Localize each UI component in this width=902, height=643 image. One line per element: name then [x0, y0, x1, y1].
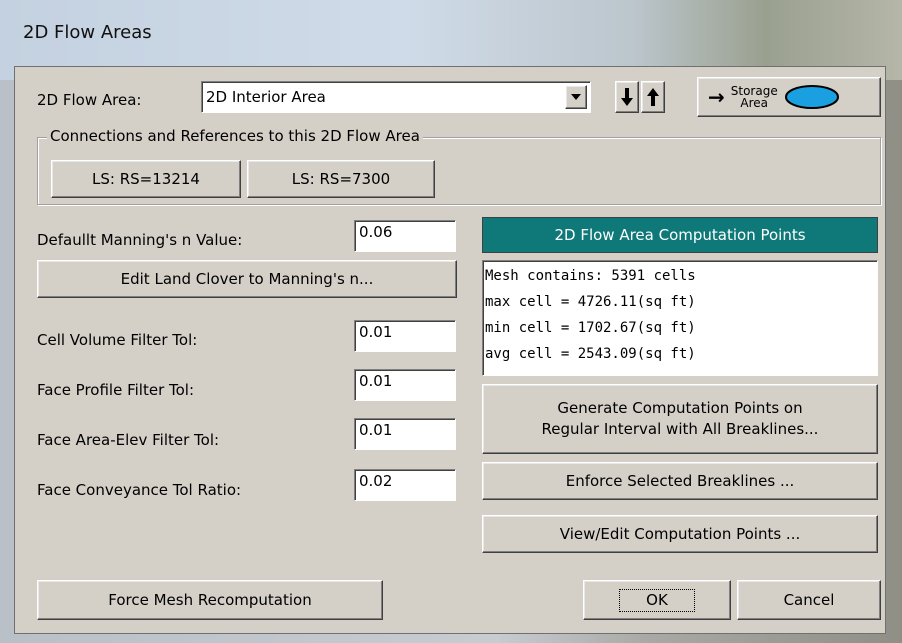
connection-button-1[interactable]: LS: RS=13214 — [51, 160, 241, 198]
force-mesh-button[interactable]: Force Mesh Recomputation — [37, 580, 383, 620]
mesh-info-line: Mesh contains: 5391 cells — [485, 268, 696, 284]
mannings-input[interactable]: 0.06 — [354, 220, 456, 252]
face-conveyance-tol-label: Face Conveyance Tol Ratio: — [37, 481, 242, 499]
mesh-info-line: min cell = 1702.67(sq ft) — [485, 320, 696, 336]
window-title: 2D Flow Areas — [23, 22, 152, 43]
dialog-panel: 2D Flow Area: 2D Interior Area → Storage… — [14, 66, 886, 634]
area-label: Area — [740, 96, 769, 110]
cell-volume-tol-label: Cell Volume Filter Tol: — [37, 331, 198, 349]
arrow-down-icon — [621, 88, 633, 106]
generate-points-button[interactable]: Generate Computation Points on Regular I… — [482, 384, 878, 454]
enforce-breaklines-button[interactable]: Enforce Selected Breaklines ... — [482, 462, 878, 500]
storage-area-icon — [784, 85, 839, 109]
connections-group-title: Connections and References to this 2D Fl… — [47, 127, 423, 145]
mannings-label: Defaullt Manning's n Value: — [37, 231, 243, 249]
generate-points-line2: Regular Interval with All Breaklines... — [541, 420, 819, 438]
flow-area-selected: 2D Interior Area — [206, 88, 326, 106]
flow-area-select[interactable]: 2D Interior Area — [201, 81, 591, 113]
generate-points-line1: Generate Computation Points on — [557, 399, 803, 417]
computation-points-header: 2D Flow Area Computation Points — [482, 217, 878, 253]
storage-area-button[interactable]: → Storage Area — [697, 77, 881, 117]
ok-button[interactable]: OK — [583, 580, 731, 620]
move-up-button[interactable] — [641, 81, 665, 113]
arrow-up-icon — [647, 88, 659, 106]
face-conveyance-tol-input[interactable]: 0.02 — [354, 469, 456, 501]
cell-volume-tol-input[interactable]: 0.01 — [354, 320, 456, 352]
flow-area-label: 2D Flow Area: — [37, 91, 142, 109]
chevron-down-icon — [571, 94, 581, 100]
face-area-elev-tol-input[interactable]: 0.01 — [354, 418, 456, 450]
mesh-info-line: max cell = 4726.11(sq ft) — [485, 294, 696, 310]
ok-button-label: OK — [619, 588, 695, 612]
dropdown-button[interactable] — [565, 85, 587, 109]
face-profile-tol-label: Face Profile Filter Tol: — [37, 381, 195, 399]
mesh-info-line: avg cell = 2543.09(sq ft) — [485, 346, 696, 362]
right-arrow-icon: → — [708, 84, 725, 109]
face-area-elev-tol-label: Face Area-Elev Filter Tol: — [37, 431, 220, 449]
cancel-button[interactable]: Cancel — [737, 580, 881, 620]
face-profile-tol-input[interactable]: 0.01 — [354, 369, 456, 401]
view-edit-points-button[interactable]: View/Edit Computation Points ... — [482, 515, 878, 553]
connection-button-2[interactable]: LS: RS=7300 — [247, 160, 435, 198]
move-down-button[interactable] — [615, 81, 639, 113]
mesh-info-box: Mesh contains: 5391 cells max cell = 472… — [482, 260, 878, 376]
edit-land-cover-button[interactable]: Edit Land Clover to Manning's n... — [37, 260, 457, 298]
